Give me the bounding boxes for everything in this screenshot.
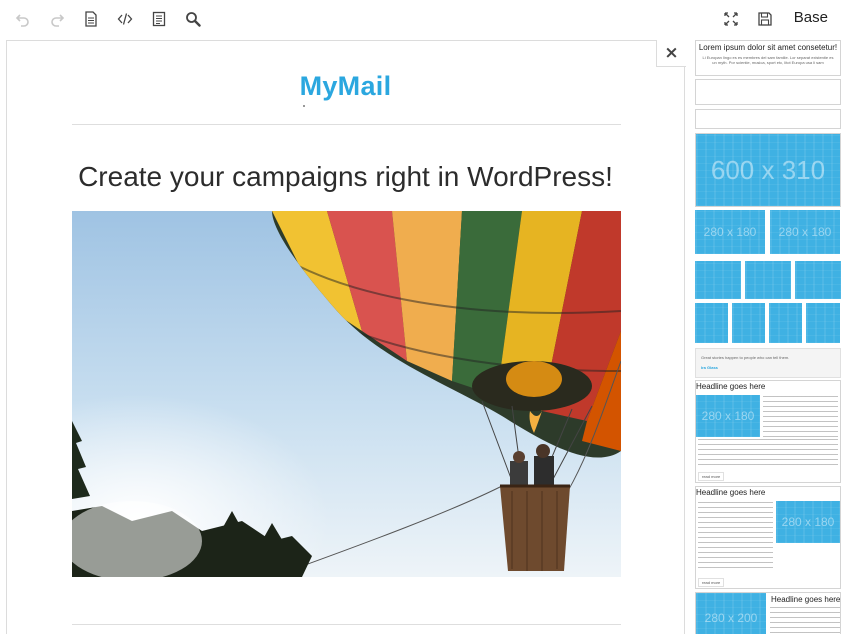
quote-text: Great stories happen to people who can t…: [701, 355, 790, 360]
search-button[interactable]: [181, 7, 205, 31]
list-document-icon: [152, 11, 166, 27]
fullscreen-icon: [724, 12, 738, 26]
email-canvas: MyMail Create your campaigns right in Wo…: [6, 40, 685, 634]
email-headline[interactable]: Create your campaigns right in WordPress…: [7, 161, 684, 193]
code-view-button[interactable]: [113, 7, 137, 31]
module-headline-image-left[interactable]: Headline goes here 280 x 180 read more: [695, 380, 841, 483]
module-headline: Headline goes here: [696, 488, 766, 497]
module-image-left-headline[interactable]: 280 x 200 Headline goes here: [695, 592, 841, 634]
image-placeholder-left: 280 x 180: [695, 210, 765, 254]
module-headline-image-right[interactable]: Headline goes here 280 x 180 read more: [695, 486, 841, 589]
close-icon: ×: [664, 42, 679, 63]
module-title: Lorem ipsum dolor sit amet consetetur!: [698, 43, 838, 52]
module-two-images[interactable]: 280 x 180 280 x 180: [695, 210, 841, 256]
header-divider: [72, 124, 621, 125]
read-more-link: read more: [698, 472, 725, 481]
module-text: Li Europan lingo es es membres del sam f…: [702, 55, 834, 65]
toolbar: Base: [0, 0, 850, 38]
logo-dot: [303, 105, 305, 107]
image-placeholder-headline-left: 280 x 180: [696, 395, 760, 437]
module-paragraph-continued: [698, 439, 838, 467]
footer-divider: [72, 624, 621, 625]
image-placeholder-headline-right: 280 x 180: [776, 501, 840, 543]
redo-button[interactable]: [45, 7, 69, 31]
undo-button[interactable]: [11, 7, 35, 31]
fullscreen-button[interactable]: [719, 7, 743, 31]
module-three-images[interactable]: [695, 261, 841, 299]
modules-sidebar: Lorem ipsum dolor sit amet consetetur! L…: [695, 40, 841, 634]
undo-icon: [15, 14, 29, 27]
redo-icon: [51, 14, 65, 27]
module-large-image[interactable]: 600 x 310: [695, 133, 841, 207]
module-headline: Headline goes here: [771, 595, 841, 604]
image-placeholder-2: [745, 261, 791, 299]
quote-author: Ira Glass: [701, 365, 718, 370]
save-icon: [758, 12, 772, 26]
balloon-illustration: [72, 211, 621, 577]
plaintext-button[interactable]: [147, 7, 171, 31]
image-placeholder-large: 600 x 310: [696, 134, 840, 206]
image-placeholder-b: [732, 303, 765, 343]
base-template-label[interactable]: Base: [794, 9, 828, 26]
logo: MyMail: [299, 71, 392, 101]
hero-balloon-image[interactable]: [72, 211, 621, 577]
module-paragraph: [763, 396, 838, 438]
preview-button[interactable]: [79, 7, 103, 31]
module-four-images[interactable]: [695, 303, 841, 345]
image-placeholder-c: [769, 303, 802, 343]
search-icon: [186, 12, 201, 27]
save-button[interactable]: [753, 7, 777, 31]
module-empty-1[interactable]: [695, 79, 841, 105]
image-placeholder-a: [695, 303, 728, 343]
document-icon: [85, 11, 97, 27]
module-headline: Headline goes here: [696, 382, 766, 391]
image-placeholder-right: 280 x 180: [770, 210, 840, 254]
image-placeholder-d: [806, 303, 840, 343]
close-button[interactable]: ×: [656, 40, 686, 67]
module-empty-2[interactable]: [695, 109, 841, 129]
image-placeholder-3: [795, 261, 841, 299]
image-placeholder-small: 280 x 200: [696, 593, 766, 634]
module-quote[interactable]: Great stories happen to people who can t…: [695, 348, 841, 378]
read-more-link: read more: [698, 578, 725, 587]
image-placeholder-1: [695, 261, 741, 299]
code-icon: [117, 13, 133, 25]
module-paragraph: [698, 502, 773, 572]
module-paragraph: [770, 607, 840, 634]
module-title-text[interactable]: Lorem ipsum dolor sit amet consetetur! L…: [695, 40, 841, 76]
